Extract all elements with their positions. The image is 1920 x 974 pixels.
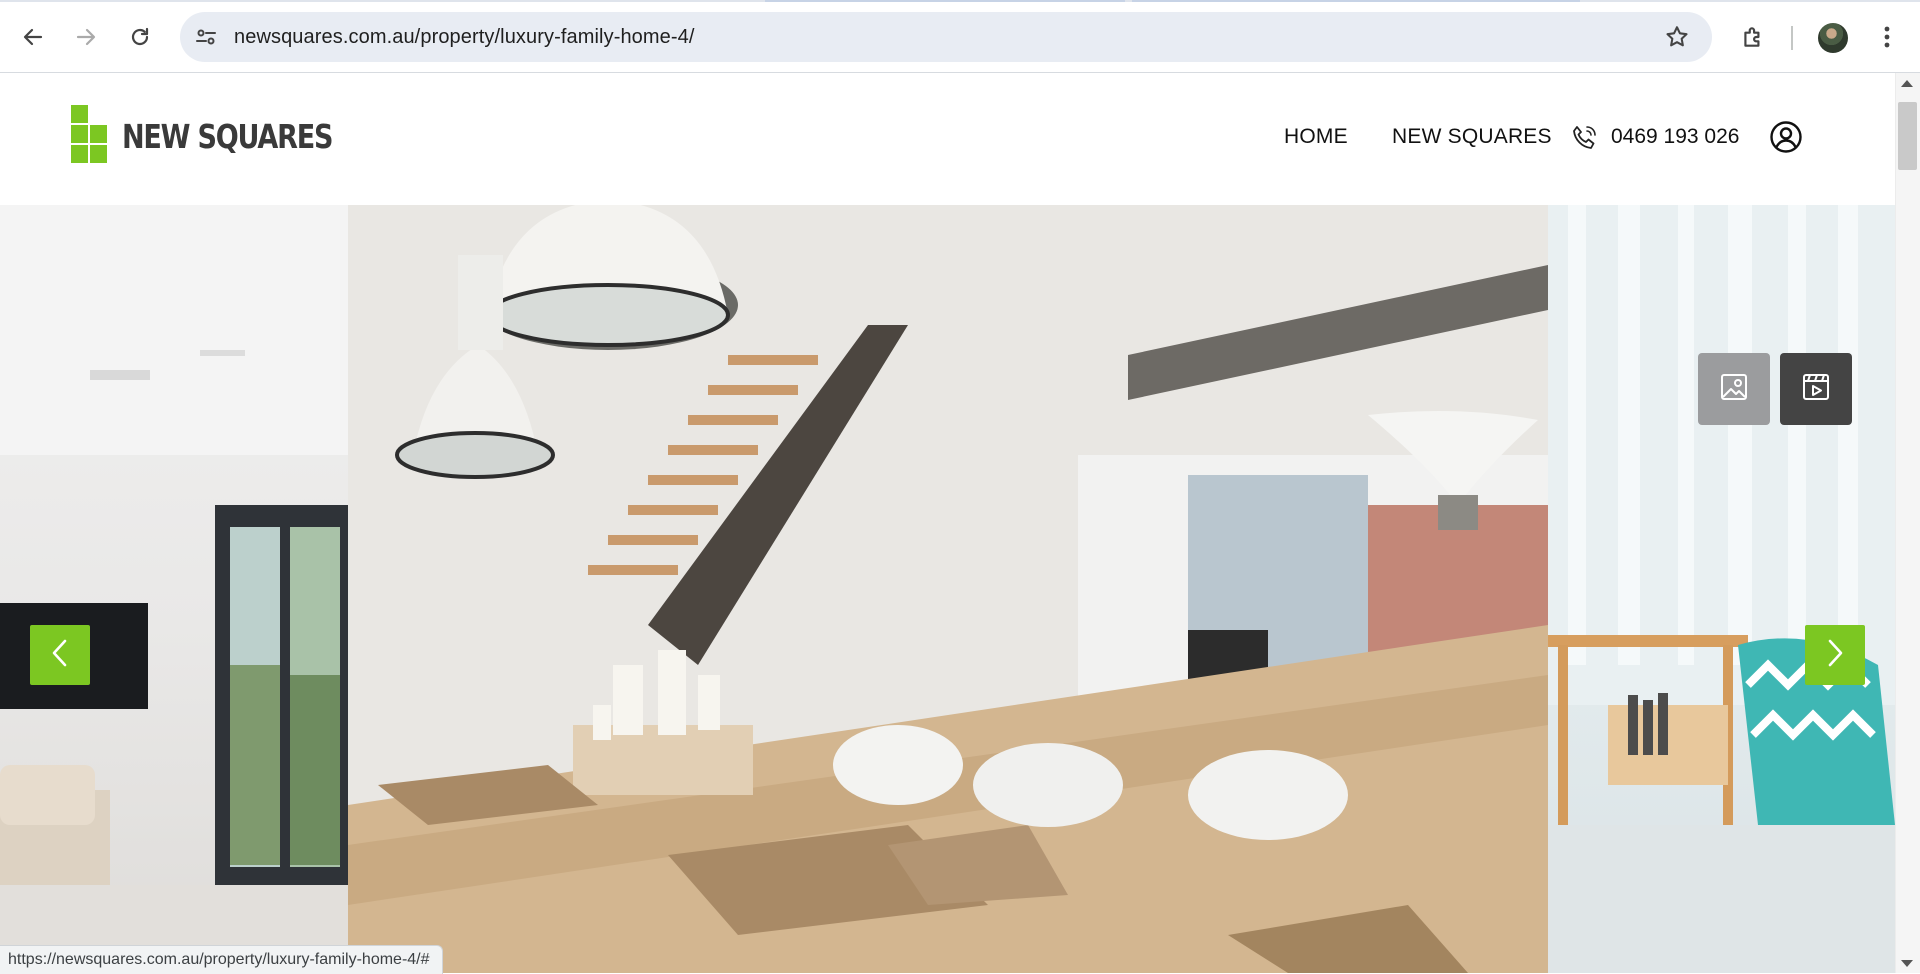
scroll-down-arrow-icon[interactable] [1901, 960, 1913, 967]
phone-number-link[interactable]: 0469 193 026 [1611, 125, 1739, 149]
scrollbar-thumb[interactable] [1898, 102, 1917, 170]
gallery-slide-prev[interactable] [0, 205, 348, 973]
image-gallery-icon [1718, 371, 1750, 408]
profile-avatar[interactable] [1818, 23, 1848, 53]
logo-icon[interactable] [71, 105, 108, 163]
bookmark-star-icon[interactable] [1664, 24, 1690, 55]
site-header: NEW SQUARES HOME NEW SQUARES 0469 193 02… [0, 73, 1895, 205]
page-scrollbar[interactable] [1895, 73, 1920, 973]
user-account-icon[interactable] [1769, 120, 1803, 154]
chevron-right-icon [1823, 637, 1847, 674]
phone-icon [1569, 123, 1599, 153]
address-bar[interactable]: newsquares.com.au/property/luxury-family… [180, 12, 1712, 62]
back-icon[interactable] [16, 20, 50, 54]
reload-icon[interactable] [123, 20, 157, 54]
scroll-up-arrow-icon[interactable] [1901, 80, 1913, 87]
photo-view-button[interactable] [1698, 353, 1770, 425]
video-view-button[interactable] [1780, 353, 1852, 425]
property-image-gallery [0, 205, 1895, 973]
gallery-slide-current[interactable] [348, 205, 1548, 973]
chevron-left-icon [48, 637, 72, 674]
logo-text[interactable]: NEW SQUARES [122, 117, 333, 156]
forward-icon[interactable] [69, 20, 103, 54]
url-text[interactable]: newsquares.com.au/property/luxury-family… [234, 26, 695, 49]
gallery-prev-button[interactable] [30, 625, 90, 685]
browser-toolbar: newsquares.com.au/property/luxury-family… [0, 2, 1920, 73]
menu-kebab-icon[interactable] [1870, 20, 1904, 54]
site-info-icon[interactable] [194, 25, 218, 54]
nav-home-link[interactable]: HOME [1284, 125, 1348, 149]
link-status-bar: https://newsquares.com.au/property/luxur… [0, 945, 443, 974]
video-play-icon [1800, 371, 1832, 408]
gallery-next-button[interactable] [1805, 625, 1865, 685]
nav-new-squares-link[interactable]: NEW SQUARES [1392, 125, 1552, 149]
extensions-icon[interactable] [1736, 20, 1770, 54]
web-page: NEW SQUARES HOME NEW SQUARES 0469 193 02… [0, 73, 1895, 973]
toolbar-divider [1791, 26, 1793, 50]
gallery-slide-next[interactable] [1548, 205, 1895, 973]
